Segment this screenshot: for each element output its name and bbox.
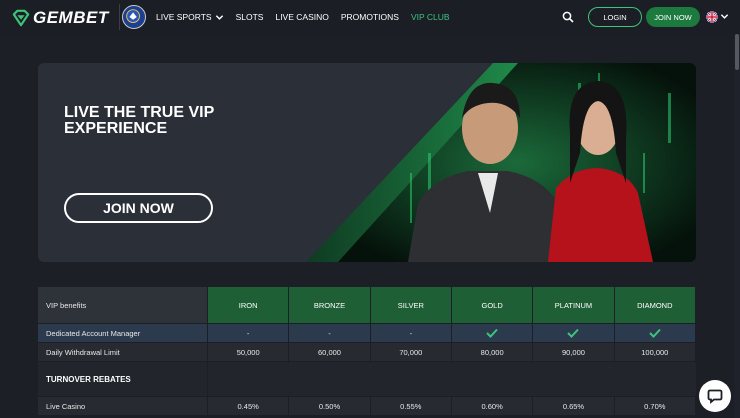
- table-cell: -: [371, 324, 452, 342]
- section-row: TURNOVER REBATES: [38, 362, 696, 396]
- nav-vip-club[interactable]: VIP CLUB: [411, 12, 450, 22]
- table-cell: [533, 324, 615, 342]
- table-cell: 0.65%: [533, 397, 615, 415]
- tier-gold: GOLD: [451, 287, 534, 323]
- header-divider: [119, 4, 120, 30]
- table-cell: 90,000: [533, 343, 615, 361]
- top-navigation-bar: GEMBET LIVE SPORTS SLOTS LIVE CASINO PRO…: [0, 0, 740, 34]
- tier-silver: SILVER: [370, 287, 452, 323]
- vip-hero-banner: LIVE THE TRUE VIP EXPERIENCE JOIN NOW: [38, 63, 696, 262]
- banner-title: LIVE THE TRUE VIP EXPERIENCE: [64, 104, 214, 137]
- table-row: Dedicated Account Manager - - -: [38, 324, 696, 342]
- nav-live-casino-label: LIVE CASINO: [275, 12, 329, 22]
- login-button[interactable]: LOGIN: [588, 7, 642, 27]
- table-row: Live Casino 0.45% 0.50% 0.55% 0.60% 0.65…: [38, 397, 696, 415]
- main-nav: LIVE SPORTS SLOTS LIVE CASINO PROMOTIONS…: [156, 0, 462, 34]
- table-cell: 0.50%: [289, 397, 371, 415]
- live-chat-button[interactable]: [699, 380, 731, 412]
- gem-icon: [12, 9, 30, 27]
- table-cell: 50,000: [208, 343, 290, 361]
- tier-diamond: DIAMOND: [614, 287, 696, 323]
- table-cell: 0.60%: [452, 397, 534, 415]
- table-header-row: VIP benefits IRON BRONZE SILVER GOLD PLA…: [38, 287, 696, 323]
- nav-slots[interactable]: SLOTS: [236, 12, 264, 22]
- tier-iron: IRON: [208, 287, 290, 323]
- table-cell: [452, 324, 534, 342]
- nav-promotions[interactable]: PROMOTIONS: [341, 12, 399, 22]
- row-label: Live Casino: [38, 397, 208, 415]
- banner-hosts-image: [306, 63, 696, 262]
- table-cell: 80,000: [452, 343, 534, 361]
- club-crest-icon: [122, 5, 146, 29]
- table-cell: 0.70%: [615, 397, 696, 415]
- table-row: Daily Withdrawal Limit 50,000 60,000 70,…: [38, 343, 696, 361]
- nav-slots-label: SLOTS: [235, 12, 264, 22]
- chat-icon: [707, 389, 723, 404]
- row-label: Daily Withdrawal Limit: [38, 343, 208, 361]
- table-cell: [615, 324, 696, 342]
- chevron-down-icon: [215, 14, 223, 20]
- row-label: Dedicated Account Manager: [38, 324, 208, 342]
- scrollbar-thumb[interactable]: [735, 34, 739, 70]
- nav-vip-club-label: VIP CLUB: [410, 12, 450, 22]
- uk-flag-icon[interactable]: [706, 11, 718, 23]
- check-icon: [567, 328, 580, 338]
- check-icon: [486, 328, 498, 338]
- tier-platinum: PLATINUM: [533, 287, 615, 323]
- nav-live-sports[interactable]: LIVE SPORTS: [156, 12, 224, 22]
- table-cell: 60,000: [289, 343, 371, 361]
- join-now-button[interactable]: JOIN NOW: [646, 7, 700, 27]
- benefits-header: VIP benefits: [38, 287, 208, 323]
- gembet-logo[interactable]: GEMBET: [12, 8, 109, 28]
- table-cell: 70,000: [371, 343, 452, 361]
- table-cell: -: [208, 324, 290, 342]
- table-cell: 100,000: [615, 343, 696, 361]
- tier-bronze: BRONZE: [289, 287, 371, 323]
- nav-live-casino[interactable]: LIVE CASINO: [275, 12, 328, 22]
- banner-join-now-button[interactable]: JOIN NOW: [64, 193, 213, 223]
- language-chevron-down-icon[interactable]: [720, 12, 729, 21]
- table-cell: -: [289, 324, 371, 342]
- table-cell: 0.45%: [208, 397, 290, 415]
- nav-live-sports-label: LIVE SPORTS: [156, 12, 212, 22]
- nav-promotions-label: PROMOTIONS: [340, 12, 399, 22]
- check-icon: [649, 328, 661, 338]
- search-icon[interactable]: [562, 11, 574, 23]
- page-scrollbar[interactable]: [734, 34, 740, 418]
- section-title: TURNOVER REBATES: [38, 362, 208, 396]
- brand-name: GEMBET: [33, 8, 109, 27]
- table-cell: 0.55%: [371, 397, 452, 415]
